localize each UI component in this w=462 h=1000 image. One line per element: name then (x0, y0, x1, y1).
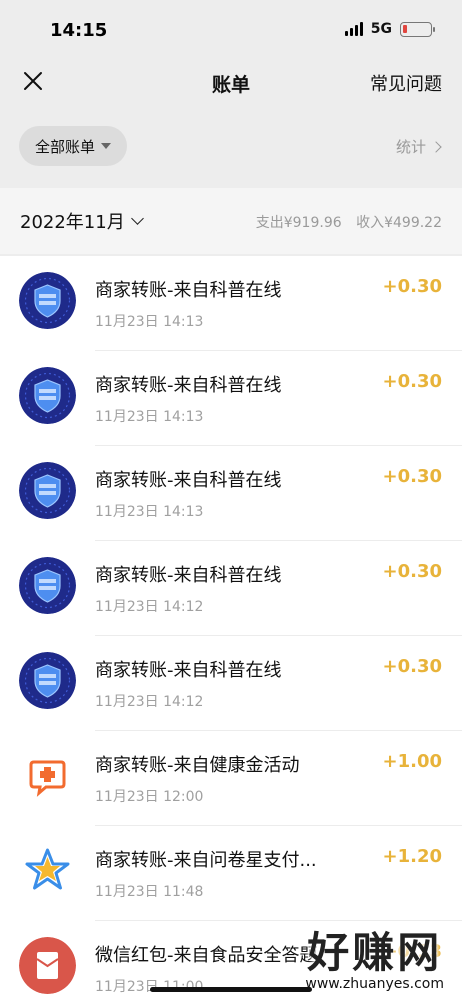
transaction-time: 11月23日 14:13 (95, 314, 204, 330)
faq-link[interactable]: 常见问题 (370, 70, 442, 96)
month-summary: 支出¥919.96 收入¥499.22 (256, 212, 442, 232)
star-icon (19, 842, 76, 899)
transaction-row[interactable]: 商家转账-来自科普在线 11月23日 14:13 +0.30 (0, 351, 462, 446)
transaction-time: 11月23日 14:12 (95, 694, 204, 710)
chevron-down-icon (130, 212, 144, 225)
home-indicator (150, 987, 312, 992)
watermark-url: www.zhuanyes.com (305, 976, 444, 992)
status-time: 14:15 (50, 20, 108, 41)
science-shield-icon (19, 462, 76, 519)
battery-icon (400, 21, 435, 37)
nav-bar: 账单 常见问题 (0, 60, 462, 106)
transaction-title: 商家转账-来自科普在线 (95, 375, 282, 396)
transaction-title: 商家转账-来自问卷星支付... (95, 850, 317, 871)
transaction-title: 微信红包-来自食品安全答题 (95, 945, 318, 966)
transaction-amount: +1.20 (382, 846, 443, 867)
status-bar: 14:15 5G (0, 0, 462, 60)
transaction-amount: +0.30 (382, 276, 443, 297)
transaction-time: 11月23日 11:00 (95, 979, 204, 995)
transaction-time: 11月23日 11:48 (95, 884, 204, 900)
transaction-title: 商家转账-来自健康金活动 (95, 755, 300, 776)
transaction-time: 11月23日 14:12 (95, 599, 204, 615)
expense-total: 支出¥919.96 (255, 215, 342, 231)
transaction-time: 11月23日 14:13 (95, 504, 204, 520)
transaction-amount: +0.30 (382, 561, 443, 582)
transaction-amount: +0.30 (382, 656, 443, 677)
science-shield-icon (19, 652, 76, 709)
month-label: 2022年11月 (20, 212, 125, 233)
transaction-row[interactable]: 商家转账-来自科普在线 11月23日 14:13 +0.30 (0, 256, 462, 351)
all-bills-filter[interactable]: 全部账单 (19, 126, 128, 166)
transaction-row[interactable]: 商家转账-来自问卷星支付... 11月23日 11:48 +1.20 (0, 826, 462, 921)
transaction-row[interactable]: 商家转账-来自科普在线 11月23日 14:12 +0.30 (0, 636, 462, 731)
month-selector[interactable]: 2022年11月 (20, 208, 144, 234)
caret-down-icon (101, 143, 112, 149)
status-indicators: 5G (344, 21, 435, 37)
transaction-title: 商家转账-来自科普在线 (95, 470, 282, 491)
science-shield-icon (19, 367, 76, 424)
transaction-title: 商家转账-来自科普在线 (95, 280, 282, 301)
science-shield-icon (19, 272, 76, 329)
transaction-time: 11月23日 12:00 (95, 789, 204, 805)
watermark-logo: 好赚网 (307, 928, 443, 977)
transaction-row[interactable]: 商家转账-来自健康金活动 11月23日 12:00 +1.00 (0, 731, 462, 826)
stats-link[interactable]: 统计 (395, 136, 442, 157)
chevron-right-icon (430, 140, 442, 153)
science-shield-icon (19, 557, 76, 614)
transaction-row[interactable]: 商家转账-来自科普在线 11月23日 14:12 +0.30 (0, 541, 462, 636)
signal-icon (344, 22, 363, 36)
income-total: 收入¥499.22 (356, 215, 442, 231)
network-type: 5G (370, 21, 392, 37)
stats-label: 统计 (395, 138, 426, 156)
watermark: 好赚网 www.zhuanyes.com (305, 919, 444, 992)
transaction-amount: +0.30 (382, 466, 443, 487)
transaction-amount: +0.30 (382, 371, 443, 392)
red-envelope-icon (19, 937, 76, 994)
filter-bar: 全部账单 统计 (0, 106, 462, 172)
transaction-title: 商家转账-来自科普在线 (95, 660, 282, 681)
transaction-list: 商家转账-来自科普在线 11月23日 14:13 +0.30 商家转账-来自科普… (0, 256, 462, 1000)
transaction-time: 11月23日 14:13 (95, 409, 204, 425)
month-header: 2022年11月 支出¥919.96 收入¥499.22 (0, 188, 462, 254)
all-bills-label: 全部账单 (35, 137, 96, 156)
medical-chat-icon (19, 747, 76, 804)
transaction-row[interactable]: 商家转账-来自科普在线 11月23日 14:13 +0.30 (0, 446, 462, 541)
transaction-amount: +1.00 (382, 751, 443, 772)
transaction-title: 商家转账-来自科普在线 (95, 565, 282, 586)
